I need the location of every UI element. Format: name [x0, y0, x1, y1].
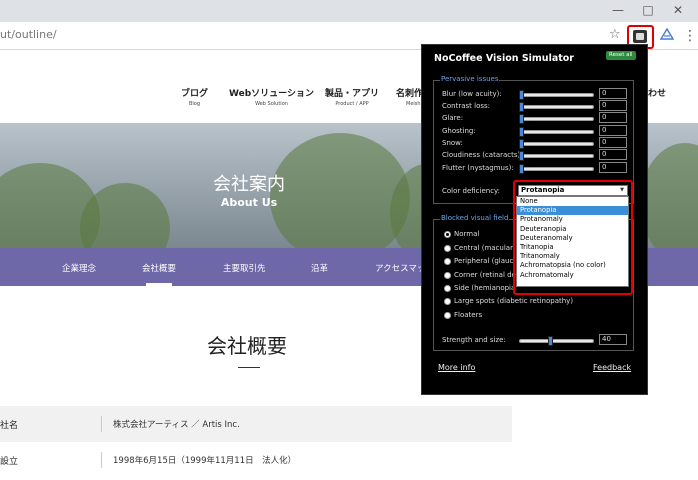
browser-menu-icon[interactable]: ⋮: [683, 28, 697, 44]
radio-button[interactable]: [444, 258, 451, 265]
radio-label: Side (hemianopia: [454, 284, 516, 292]
pervasive-issues-label: Pervasive issues: [440, 75, 500, 83]
blur-value-field[interactable]: 0: [599, 88, 627, 99]
info-key: 設立: [0, 457, 19, 467]
radio-label: Large spots (diabetic retinopathy): [454, 297, 574, 305]
contrast-slider[interactable]: [519, 102, 594, 112]
slider-label: Strength and size:: [442, 336, 506, 344]
info-row: 社名 株式会社アーティス ／ Artis Inc.: [0, 406, 512, 442]
info-row: 設立 1998年6月15日（1999年11月11日 法人化）: [0, 442, 512, 478]
nav-label: わせ: [648, 89, 667, 99]
bookmark-star-icon[interactable]: ☆: [609, 27, 621, 42]
glare-value-field[interactable]: 0: [599, 112, 627, 123]
subnav-philosophy[interactable]: 企業理念: [62, 262, 96, 274]
radio-button[interactable]: [444, 312, 451, 319]
slider-thumb[interactable]: [519, 151, 524, 161]
slider-thumb[interactable]: [519, 127, 524, 137]
strength-value-field[interactable]: 40: [599, 334, 627, 345]
feedback-link[interactable]: Feedback: [591, 362, 633, 373]
nav-sublabel: Web Solution: [255, 101, 288, 107]
snow-value-field[interactable]: 0: [599, 137, 627, 148]
subnav-history[interactable]: 沿革: [311, 262, 328, 274]
section-title: 会社概要: [207, 334, 287, 358]
cloudiness-value-field[interactable]: 0: [599, 149, 627, 160]
more-info-link[interactable]: More info: [436, 362, 477, 373]
flutter-value-field[interactable]: 0: [599, 162, 627, 173]
popup-title: NoCoffee Vision Simulator: [434, 53, 574, 64]
cloudiness-slider[interactable]: [519, 151, 594, 161]
slider-thumb[interactable]: [519, 164, 524, 174]
slider-thumb[interactable]: [548, 336, 553, 346]
slider-thumb[interactable]: [519, 139, 524, 149]
slider-thumb[interactable]: [519, 102, 524, 112]
info-value: 1998年6月15日（1999年11月11日 法人化）: [113, 456, 297, 466]
slider-label: Glare:: [442, 114, 464, 122]
nav-label: ブログ: [181, 89, 209, 99]
hero-tree: [640, 143, 698, 248]
flutter-slider[interactable]: [519, 164, 594, 174]
info-value: 株式会社アーティス ／ Artis Inc.: [113, 420, 240, 430]
subnav-overview[interactable]: 会社概要: [142, 262, 176, 274]
slider-thumb[interactable]: [519, 90, 524, 100]
glare-slider[interactable]: [519, 114, 594, 124]
slider-label: Flutter (nystagmus):: [442, 164, 514, 172]
blur-slider[interactable]: [519, 90, 594, 100]
strength-slider[interactable]: [519, 336, 594, 346]
radio-button[interactable]: [444, 231, 451, 238]
screen: — □ ✕ ut/outline/ ☆ ⋮ ブログ Blog Webソリューショ…: [0, 0, 698, 480]
close-window-button[interactable]: ✕: [663, 2, 693, 18]
maximize-button[interactable]: □: [633, 2, 663, 18]
extension-icon[interactable]: [659, 27, 675, 44]
radio-label: Floaters: [454, 311, 483, 319]
dropdown-highlight: [513, 180, 633, 295]
nocoffee-extension-icon[interactable]: [633, 30, 647, 43]
browser-titlebar: — □ ✕: [0, 0, 698, 22]
slider-label: Ghosting:: [442, 127, 476, 135]
nav-blog[interactable]: ブログ Blog: [181, 86, 208, 107]
url-text[interactable]: ut/outline/: [0, 28, 57, 41]
nav-label: 製品・アプリ: [325, 89, 380, 99]
radio-button[interactable]: [444, 272, 451, 279]
slider-label: Contrast loss:: [442, 102, 491, 110]
subnav-clients[interactable]: 主要取引先: [223, 262, 266, 274]
slider-thumb[interactable]: [519, 114, 524, 124]
nav-products[interactable]: 製品・アプリ Product / APP: [325, 86, 379, 107]
radio-button[interactable]: [444, 298, 451, 305]
radio-button[interactable]: [444, 285, 451, 292]
radio-label: Corner (retinal de: [454, 271, 516, 279]
slider-label: Cloudiness (cataracts):: [442, 151, 523, 159]
nav-label: Webソリューション: [229, 89, 314, 99]
slider-label: Blur (low acuity):: [442, 90, 502, 98]
radio-button[interactable]: [444, 245, 451, 252]
reset-all-button[interactable]: Reset all: [606, 51, 636, 60]
nav-web-solution[interactable]: Webソリューション Web Solution: [229, 86, 314, 107]
subnav-active-indicator: [146, 283, 172, 286]
radio-label: Peripheral (glauc: [454, 257, 514, 265]
nav-contact[interactable]: わせ: [648, 86, 666, 99]
section-divider: [238, 367, 260, 368]
info-key: 社名: [0, 421, 19, 431]
minimize-button[interactable]: —: [603, 2, 633, 18]
radio-label: Normal: [454, 230, 480, 238]
blocked-visual-field-label: Blocked visual field: [440, 214, 510, 222]
radio-label: Central (macular: [454, 244, 513, 252]
info-separator: [101, 416, 102, 432]
slider-label: Snow:: [442, 139, 463, 147]
info-separator: [101, 452, 102, 468]
snow-slider[interactable]: [519, 139, 594, 149]
nav-sublabel: Blog: [188, 101, 201, 107]
nav-sublabel: Product / APP: [335, 101, 369, 107]
color-deficiency-label: Color deficiency:: [442, 187, 501, 195]
ghosting-slider[interactable]: [519, 127, 594, 137]
contrast-value-field[interactable]: 0: [599, 100, 627, 111]
ghosting-value-field[interactable]: 0: [599, 125, 627, 136]
